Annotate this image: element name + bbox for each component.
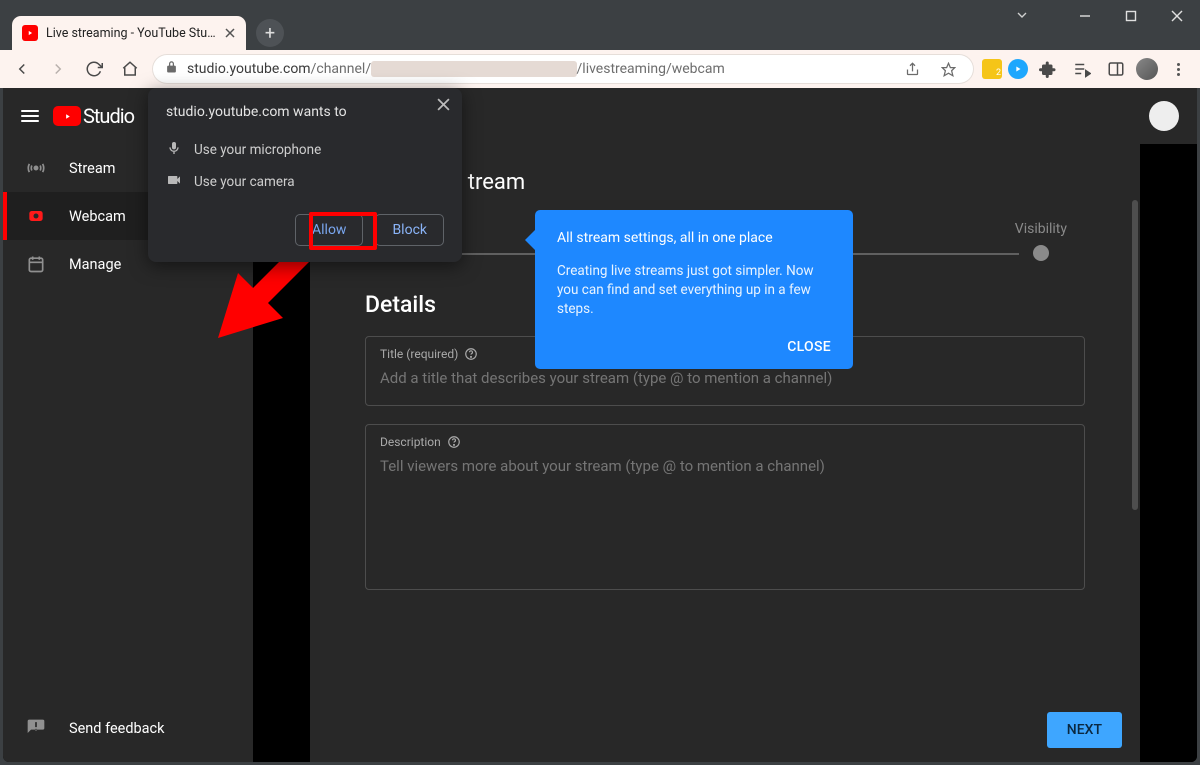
webcam-icon <box>25 206 47 226</box>
profile-avatar-icon[interactable] <box>1136 58 1158 80</box>
home-button[interactable] <box>116 55 144 83</box>
permission-close-icon[interactable] <box>437 98 450 115</box>
camera-icon <box>166 172 182 192</box>
chevron-down-icon[interactable] <box>1014 7 1030 27</box>
forward-button[interactable] <box>44 55 72 83</box>
extension-keep-icon[interactable]: 2 <box>982 59 1002 79</box>
star-icon[interactable] <box>934 55 962 83</box>
block-button[interactable]: Block <box>375 214 444 246</box>
browser-tab[interactable]: Live streaming - YouTube Studio <box>12 16 246 50</box>
minimize-button[interactable] <box>1062 0 1108 32</box>
new-tab-button[interactable]: + <box>256 19 284 47</box>
sidebar-item-label: Webcam <box>69 208 126 225</box>
sidebar-item-label: Stream <box>69 160 115 177</box>
permission-microphone-row: Use your microphone <box>166 134 444 166</box>
description-input[interactable] <box>380 457 1070 567</box>
sidepanel-icon[interactable] <box>1102 55 1130 83</box>
tip-close-button[interactable]: CLOSE <box>557 339 831 355</box>
youtube-favicon <box>22 25 38 41</box>
chrome-menu-icon[interactable] <box>1164 55 1192 83</box>
back-button[interactable] <box>8 55 36 83</box>
panel-heading: Webcam stream <box>365 170 1085 195</box>
description-field[interactable]: Description <box>365 424 1085 590</box>
microphone-icon <box>166 140 182 160</box>
extension-play-icon[interactable] <box>1008 59 1028 79</box>
send-feedback-button[interactable]: Send feedback <box>3 704 253 752</box>
url-text: studio.youtube.com/channel/xxxxxxxxxxxxx… <box>187 61 725 77</box>
feedback-label: Send feedback <box>69 720 164 737</box>
onboarding-tip: All stream settings, all in one place Cr… <box>535 210 853 369</box>
close-window-button[interactable] <box>1154 0 1200 32</box>
permission-title: studio.youtube.com wants to <box>166 104 444 120</box>
description-label: Description <box>380 435 1070 449</box>
share-icon[interactable] <box>898 55 926 83</box>
extensions-puzzle-icon[interactable] <box>1034 55 1062 83</box>
browser-toolbar: studio.youtube.com/channel/xxxxxxxxxxxxx… <box>0 50 1200 88</box>
address-bar[interactable]: studio.youtube.com/channel/xxxxxxxxxxxxx… <box>152 54 974 84</box>
youtube-studio-logo[interactable]: Studio <box>53 104 134 128</box>
tab-title: Live streaming - YouTube Studio <box>46 26 216 41</box>
permission-dialog: studio.youtube.com wants to Use your mic… <box>148 88 462 262</box>
manage-icon <box>25 254 47 274</box>
hamburger-menu-icon[interactable] <box>21 110 39 122</box>
feedback-icon <box>25 718 47 738</box>
reload-button[interactable] <box>80 55 108 83</box>
sidebar-item-label: Manage <box>69 256 121 273</box>
permission-camera-row: Use your camera <box>166 166 444 198</box>
lock-icon <box>164 60 179 79</box>
stream-icon <box>25 158 47 178</box>
title-input[interactable] <box>380 369 1070 387</box>
maximize-button[interactable] <box>1108 0 1154 32</box>
account-avatar[interactable] <box>1149 101 1179 131</box>
playlist-icon[interactable] <box>1068 55 1096 83</box>
tip-body: Creating live streams just got simpler. … <box>557 262 831 319</box>
allow-button[interactable]: Allow <box>295 214 363 246</box>
help-icon[interactable] <box>447 435 461 449</box>
tip-title: All stream settings, all in one place <box>557 230 831 246</box>
help-icon[interactable] <box>464 347 478 361</box>
step-visibility[interactable]: Visibility <box>1015 221 1067 261</box>
next-button[interactable]: NEXT <box>1047 712 1122 748</box>
scrollbar[interactable] <box>1132 200 1138 510</box>
tab-close-icon[interactable] <box>224 24 236 43</box>
